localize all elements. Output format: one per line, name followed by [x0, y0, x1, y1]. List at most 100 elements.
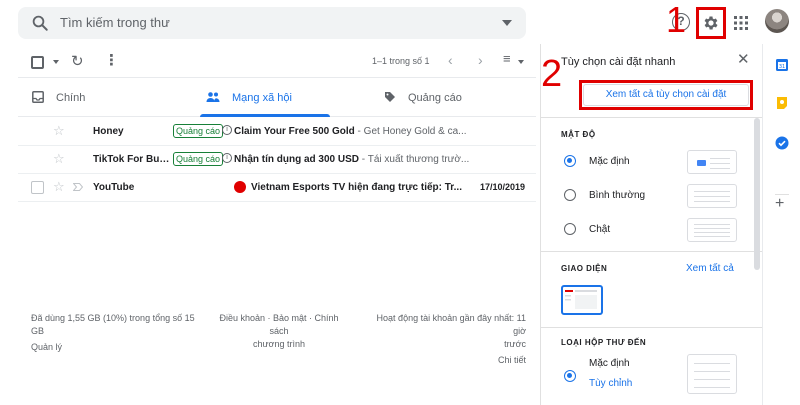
manage-storage-link[interactable]: Quản lý [31, 341, 195, 354]
active-tab-indicator [200, 114, 330, 117]
search-options-icon[interactable] [502, 20, 512, 26]
search-icon [32, 15, 48, 31]
chevron-down-icon[interactable] [518, 60, 524, 64]
preview-line [694, 228, 730, 229]
preview-line [694, 371, 730, 372]
email-select-checkbox[interactable] [31, 181, 44, 194]
density-default-preview[interactable] [687, 150, 737, 174]
inbox-default-radio[interactable] [564, 370, 576, 382]
program-policy-link[interactable]: chương trình [210, 338, 348, 351]
see-all-settings-label: Xem tất cả tùy chọn cài đặt [605, 89, 727, 100]
inbox-default-preview[interactable] [687, 354, 737, 394]
email-sender: YouTube [93, 182, 135, 193]
density-compact-label[interactable]: Chật [589, 224, 610, 235]
select-all-checkbox[interactable] [31, 56, 44, 69]
preview-line [710, 168, 730, 169]
tasks-icon[interactable] [775, 136, 789, 150]
last-activity-line2: trước [504, 339, 526, 349]
star-icon[interactable]: ☆ [53, 124, 65, 137]
keep-icon[interactable] [775, 96, 789, 110]
density-compact-radio[interactable] [564, 223, 576, 235]
search-input[interactable]: Tìm kiếm trong thư [60, 15, 170, 30]
theme-preview-icon [565, 290, 597, 309]
live-dot-icon [234, 181, 246, 193]
tab-promotions-label: Quảng cáo [408, 92, 462, 104]
email-snippet: - Tái xuất thương trườ... [359, 154, 470, 165]
info-icon[interactable]: i [222, 125, 232, 135]
quick-settings-header: 2 Tùy chọn cài đặt nhanh ✕ Xem tất cả tù… [541, 44, 763, 116]
quick-settings-panel: 2 Tùy chọn cài đặt nhanh ✕ Xem tất cả tù… [540, 44, 763, 405]
density-default-radio[interactable] [564, 155, 576, 167]
tab-primary[interactable]: Chính [18, 80, 188, 117]
category-tabs: Chính Mạng xã hội Quảng cáo [18, 80, 536, 117]
inbox-customize-link[interactable]: Tùy chỉnh [589, 378, 632, 389]
email-date: 17/10/2019 [480, 182, 526, 192]
account-activity: Hoạt động tài khoản gần đây nhất: 11 giờ… [362, 312, 526, 367]
density-section-title: MẬT ĐỘ [561, 130, 596, 139]
preview-line [694, 191, 730, 192]
preview-line [694, 236, 730, 237]
preview-line [694, 387, 730, 388]
tab-promotions[interactable]: Quảng cáo [380, 80, 536, 117]
density-comfortable-label[interactable]: Bình thường [589, 190, 645, 201]
info-icon[interactable]: i [222, 153, 232, 163]
search-bar[interactable]: Tìm kiếm trong thư [18, 7, 526, 39]
tab-social-label: Mạng xã hội [232, 92, 292, 104]
see-all-settings-button[interactable]: Xem tất cả tùy chọn cài đặt [579, 80, 753, 110]
close-icon[interactable]: ✕ [737, 52, 750, 67]
svg-text:31: 31 [779, 64, 785, 70]
email-row[interactable]: ☆ YouTube Vietnam Esports TV hiện đang t… [18, 174, 536, 202]
preview-line [694, 201, 730, 202]
tab-social[interactable]: Mạng xã hội [200, 80, 330, 117]
inbox-default-label[interactable]: Mặc định [589, 358, 630, 369]
more-options-icon[interactable]: ⋮ [104, 53, 119, 68]
theme-thumbnail[interactable] [561, 285, 603, 315]
email-subject: Vietnam Esports TV hiện đang trực tiếp: … [251, 182, 462, 193]
storage-info: Đã dùng 1,55 GB (10%) trong tổng số 15 G… [31, 312, 195, 354]
annotation-step-1: 1 [666, 0, 687, 40]
refresh-icon[interactable]: ↻ [71, 54, 84, 69]
tab-primary-label: Chính [56, 92, 86, 104]
inbox-icon [32, 91, 44, 103]
activity-details-link[interactable]: Chi tiết [362, 354, 526, 367]
panel-scrollbar[interactable] [754, 118, 760, 270]
density-default-label[interactable]: Mặc định [589, 156, 630, 167]
email-row[interactable]: ☆ Honey Quảng cáo i Claim Your Free 500 … [18, 118, 536, 146]
email-subject-line: Nhận tín dụng ad 300 USD - Tái xuất thươ… [234, 154, 469, 165]
density-compact-preview[interactable] [687, 218, 737, 242]
email-row[interactable]: ☆ TikTok For Bus... Quảng cáo i Nhận tín… [18, 146, 536, 174]
chevron-right-icon[interactable]: › [478, 52, 483, 68]
select-options-icon[interactable] [53, 60, 59, 64]
density-comfortable-preview[interactable] [687, 184, 737, 208]
annotation-step-2: 2 [541, 53, 563, 95]
input-tools-icon[interactable]: ≡ [503, 51, 511, 66]
density-preview-selected [697, 160, 706, 166]
quick-settings-body: MẬT ĐỘ Mặc định Bình thường Chật GIAO DI… [541, 117, 763, 405]
avatar[interactable] [765, 9, 789, 33]
chevron-left-icon[interactable]: ‹ [448, 52, 453, 68]
gear-icon [704, 16, 718, 30]
promo-badge: Quảng cáo [173, 124, 224, 138]
quick-settings-title: Tùy chọn cài đặt nhanh [561, 56, 676, 68]
mail-toolbar: ↻ ⋮ 1–1 trong số 1 ‹ › ≡ [18, 46, 536, 78]
settings-button[interactable] [696, 7, 726, 39]
email-sender: TikTok For Bus... [93, 154, 171, 165]
theme-see-all-link[interactable]: Xem tất cả [686, 263, 734, 274]
tag-icon [385, 92, 395, 102]
calendar-icon[interactable]: 31 [775, 58, 789, 72]
preview-line [694, 363, 730, 364]
density-comfortable-radio[interactable] [564, 189, 576, 201]
pagination-count: 1–1 trong số 1 [372, 56, 430, 66]
preview-line [694, 232, 730, 233]
theme-section-title: GIAO DIỆN [561, 264, 608, 273]
terms-privacy-link[interactable]: Điều khoản · Bảo mật · Chính sách [210, 312, 348, 338]
people-icon [206, 92, 220, 102]
preview-line [694, 379, 730, 380]
importance-marker-icon[interactable] [73, 183, 83, 191]
apps-grid-icon[interactable] [733, 15, 749, 31]
star-icon[interactable]: ☆ [53, 180, 65, 193]
section-divider [541, 251, 763, 252]
add-addon-icon[interactable]: + [775, 196, 784, 212]
email-subject: Nhận tín dụng ad 300 USD [234, 154, 360, 165]
star-icon[interactable]: ☆ [53, 152, 65, 165]
